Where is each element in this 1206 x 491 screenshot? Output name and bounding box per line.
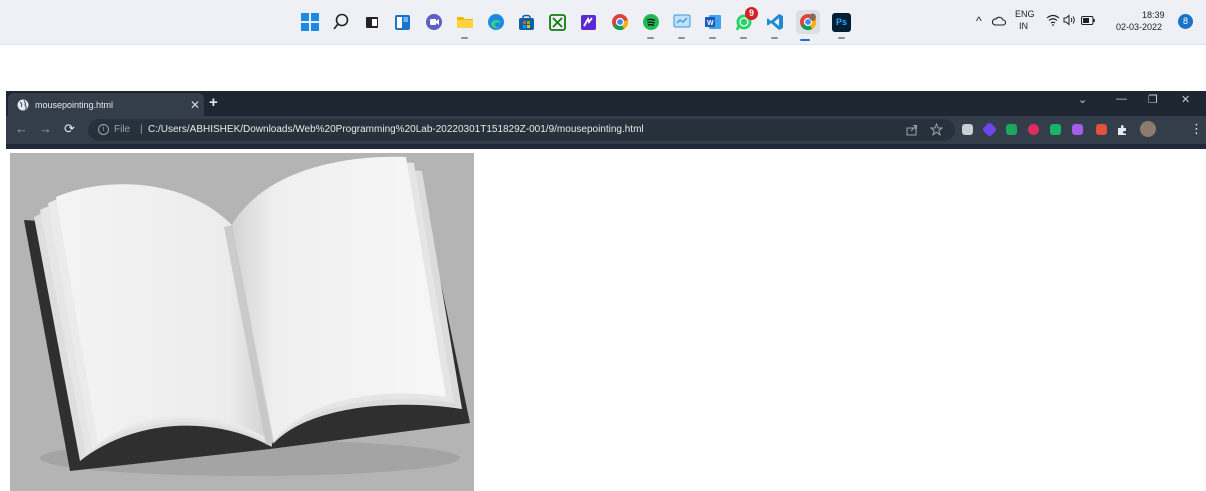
new-tab-button[interactable]: + — [209, 94, 218, 111]
file-explorer-icon[interactable] — [455, 13, 474, 39]
file-scheme-label: File — [114, 124, 131, 135]
tab-mousepointing[interactable]: mousepointing.html ✕ — [8, 93, 204, 116]
edge-icon[interactable] — [486, 13, 505, 32]
clock-time[interactable]: 18:39 — [1142, 10, 1165, 20]
chrome-icon[interactable] — [610, 13, 629, 32]
camera-extension-icon[interactable] — [962, 124, 973, 135]
diamond-extension-icon[interactable] — [981, 121, 998, 138]
restore-button[interactable]: ❐ — [1148, 93, 1158, 106]
photoshop-icon[interactable]: Ps — [832, 12, 851, 39]
purple-app-icon[interactable] — [579, 13, 598, 32]
cloud-icon[interactable] — [992, 15, 1006, 27]
start-icon[interactable] — [300, 13, 319, 32]
bookmark-star-icon[interactable] — [930, 123, 943, 136]
photoshop-label: Ps — [835, 17, 847, 27]
search-icon[interactable] — [331, 13, 350, 32]
notification-count-badge[interactable]: 8 — [1178, 14, 1193, 29]
task-view-icon[interactable] — [362, 13, 381, 32]
close-window-button[interactable]: ✕ — [1181, 93, 1190, 106]
address-bar[interactable]: i File | C:/Users/ABHISHEK/Downloads/Web… — [88, 119, 955, 141]
open-book-image — [10, 153, 474, 491]
whatsapp-badge: 9 — [745, 6, 758, 20]
language-region[interactable]: IN — [1019, 21, 1028, 31]
svg-text:W: W — [707, 20, 714, 27]
globe-icon — [17, 99, 29, 110]
address-separator: | — [140, 124, 143, 135]
tab-close-icon[interactable]: ✕ — [186, 98, 204, 112]
red-extension-icon[interactable] — [1028, 124, 1039, 135]
browser-toolbar: ← → ⟳ i File | C:/Users/ABHISHEK/Downloa… — [6, 116, 1206, 144]
profile-avatar[interactable] — [1140, 121, 1156, 137]
spotify-icon[interactable] — [641, 13, 660, 39]
teams-chat-icon[interactable] — [424, 13, 443, 32]
purple-extension-icon[interactable] — [1072, 124, 1083, 135]
tab-strip: mousepointing.html ✕ + ⌄ — ❐ ✕ — [6, 91, 1206, 116]
browser-window: mousepointing.html ✕ + ⌄ — ❐ ✕ ← → ⟳ i F… — [6, 91, 1206, 149]
volume-icon[interactable] — [1063, 14, 1077, 26]
windows-taskbar: W 9 Ps ^ ENG IN 18:39 02-03-2022 8 — [0, 0, 1206, 45]
word-icon[interactable]: W — [703, 13, 722, 39]
green-extension-icon[interactable] — [1006, 124, 1017, 135]
site-info-icon[interactable]: i — [98, 124, 109, 135]
orange-extension-icon[interactable] — [1096, 124, 1107, 135]
forward-arrow-icon[interactable]: → — [39, 121, 52, 136]
xbox-icon[interactable] — [548, 13, 567, 32]
reload-icon[interactable]: ⟳ — [64, 121, 75, 137]
back-arrow-icon[interactable]: ← — [15, 121, 28, 136]
show-hidden-icons-chevron[interactable]: ^ — [976, 14, 982, 28]
microsoft-store-icon[interactable] — [517, 13, 536, 32]
blue-app-icon[interactable] — [672, 13, 691, 39]
chrome-profile-icon[interactable] — [796, 10, 820, 41]
clock-date[interactable]: 02-03-2022 — [1116, 22, 1162, 32]
tab-search-chevron-icon[interactable]: ⌄ — [1078, 93, 1087, 106]
battery-icon[interactable] — [1081, 16, 1095, 25]
wifi-icon[interactable] — [1046, 14, 1060, 26]
browser-menu-icon[interactable]: ⋮ — [1190, 121, 1203, 137]
vscode-icon[interactable] — [765, 13, 784, 39]
flag-extension-icon[interactable] — [1050, 124, 1061, 135]
extensions-puzzle-icon[interactable] — [1116, 124, 1128, 136]
whatsapp-icon[interactable]: 9 — [734, 6, 758, 39]
minimize-button[interactable]: — — [1116, 93, 1127, 105]
taskbar-pinned-apps: W 9 Ps — [300, 0, 863, 44]
widgets-icon[interactable] — [393, 13, 412, 32]
language-code[interactable]: ENG — [1015, 9, 1035, 19]
tab-title: mousepointing.html — [35, 99, 114, 110]
open-book-illustration — [10, 153, 474, 491]
system-tray: ^ ENG IN 18:39 02-03-2022 8 — [976, 0, 1206, 44]
share-icon[interactable] — [906, 124, 918, 136]
url-text[interactable]: C:/Users/ABHISHEK/Downloads/Web%20Progra… — [148, 124, 644, 135]
